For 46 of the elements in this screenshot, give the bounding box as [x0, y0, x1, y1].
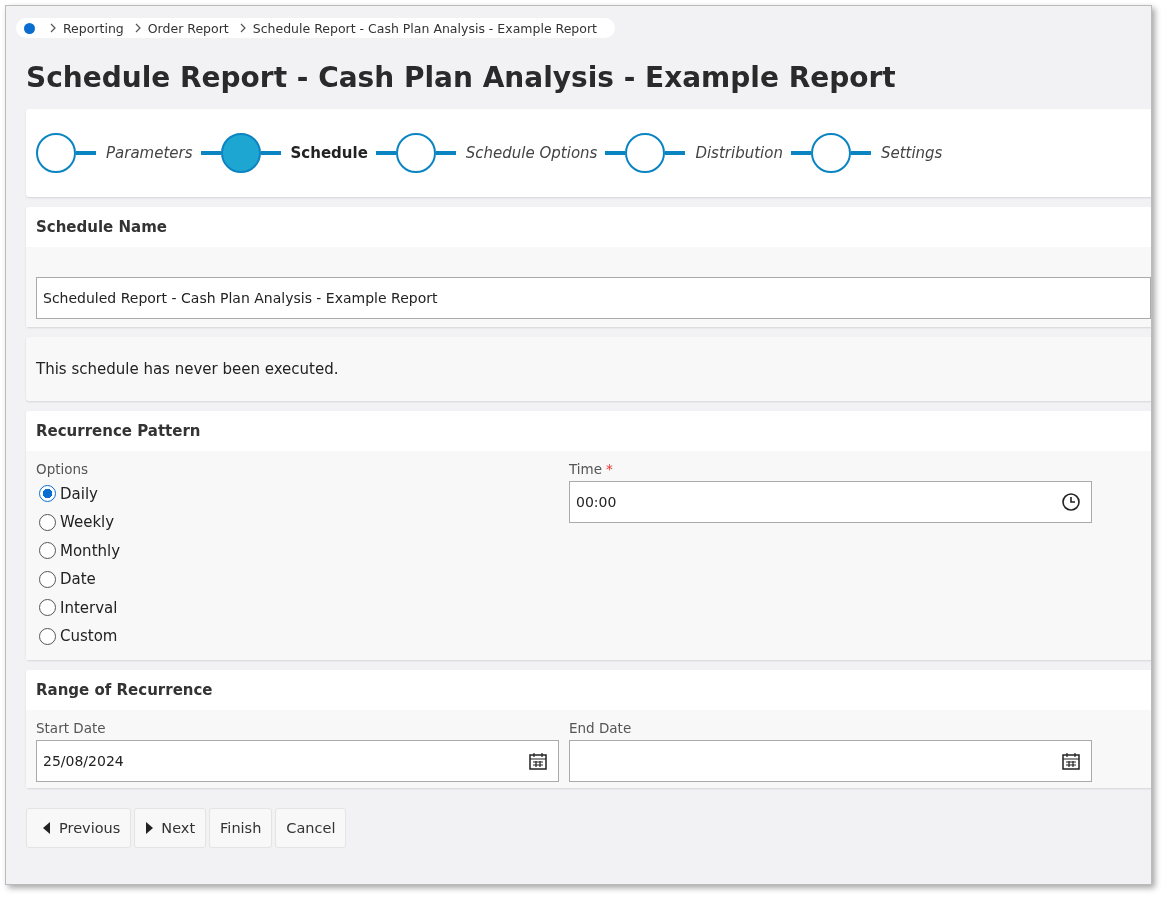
step-circle[interactable]: [395, 132, 436, 173]
chevron-icon: [49, 23, 57, 33]
chevron-icon: [133, 23, 142, 33]
step-label[interactable]: Settings: [880, 143, 943, 162]
home-icon[interactable]: [24, 22, 35, 34]
section-heading: Range of Recurrence: [36, 680, 213, 699]
breadcrumb-link[interactable]: Schedule Report - Cash Plan Analysis - Example Report: [252, 20, 597, 36]
left-triangle-icon: [43, 821, 51, 834]
step-label[interactable]: Distribution: [695, 143, 783, 162]
radio-option[interactable]: Custom: [36, 625, 559, 648]
right-triangle-icon: [145, 821, 154, 834]
radio-option[interactable]: Date: [36, 568, 559, 591]
clock-icon[interactable]: [1061, 491, 1081, 512]
step-label[interactable]: Parameters: [106, 143, 193, 162]
start-date-label: Start Date: [36, 719, 107, 736]
radio-option[interactable]: Weekly: [36, 511, 559, 534]
radio-option[interactable]: Interval: [36, 596, 559, 620]
calendar-icon[interactable]: [1061, 750, 1081, 771]
end-date-label: End Date: [569, 719, 633, 736]
required-mark: *: [606, 460, 613, 477]
previous-button[interactable]: Previous: [26, 807, 132, 848]
options-label: Options: [36, 460, 90, 477]
step-circle[interactable]: [810, 132, 851, 173]
next-button[interactable]: Next: [134, 807, 207, 848]
breadcrumb-link[interactable]: Reporting: [63, 20, 124, 36]
breadcrumb-link[interactable]: Order Report: [147, 20, 229, 36]
step-circle[interactable]: [220, 132, 261, 173]
section-heading: Recurrence Pattern: [36, 421, 201, 440]
end-date-field[interactable]: [569, 739, 1092, 782]
chevron-icon: [238, 23, 247, 33]
radio-option[interactable]: Daily: [36, 482, 559, 506]
step-circle[interactable]: [36, 132, 76, 173]
step-label[interactable]: Schedule Options: [465, 143, 598, 162]
start-date-field[interactable]: 25/08/2024: [36, 739, 559, 782]
info-text: This schedule has never been executed.: [36, 359, 339, 378]
section-heading: Schedule Name: [36, 217, 167, 236]
action-button[interactable]: Finish: [209, 807, 273, 848]
radio-option[interactable]: Monthly: [36, 539, 559, 563]
time-label: Time *: [569, 460, 614, 477]
step-circle[interactable]: [625, 132, 666, 173]
time-field[interactable]: 00:00: [569, 480, 1092, 523]
calendar-icon[interactable]: [528, 750, 548, 771]
action-button[interactable]: Cancel: [275, 807, 347, 848]
step-label[interactable]: Schedule: [290, 143, 368, 162]
page-title: Schedule Report - Cash Plan Analysis - Example Report: [26, 61, 897, 95]
schedule-name-field[interactable]: Scheduled Report - Cash Plan Analysis - Example Report: [36, 276, 1151, 319]
